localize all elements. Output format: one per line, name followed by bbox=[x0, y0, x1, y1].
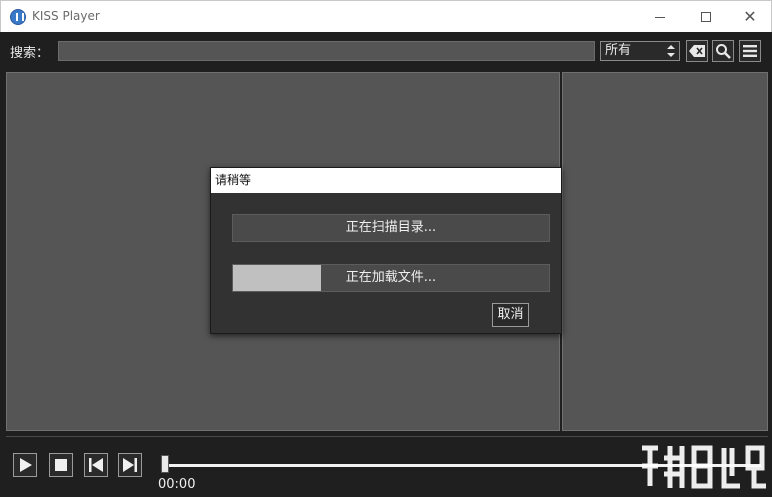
chevron-updown-icon bbox=[667, 44, 675, 58]
search-toolbar: 搜索： 所有 bbox=[2, 38, 768, 64]
close-button[interactable]: ✕ bbox=[727, 1, 772, 33]
filter-selected-value: 所有 bbox=[605, 43, 632, 58]
app-body: 搜索： 所有 00:00 请稍等 正在扫描目录... 正在加载文件... 取消 bbox=[0, 32, 772, 497]
previous-button[interactable] bbox=[84, 453, 108, 477]
seek-thumb[interactable] bbox=[161, 455, 169, 473]
play-button[interactable] bbox=[13, 453, 37, 477]
stop-icon bbox=[55, 459, 67, 471]
wait-dialog: 请稍等 正在扫描目录... 正在加载文件... 取消 bbox=[210, 167, 562, 334]
cancel-button[interactable]: 取消 bbox=[492, 303, 529, 327]
search-icon bbox=[716, 44, 731, 59]
filter-select[interactable]: 所有 bbox=[600, 41, 680, 61]
search-button[interactable] bbox=[712, 40, 734, 62]
stop-button[interactable] bbox=[49, 453, 73, 477]
next-button[interactable] bbox=[118, 453, 142, 477]
play-icon bbox=[20, 458, 32, 472]
minimize-icon bbox=[655, 16, 665, 18]
playlist-panel[interactable] bbox=[562, 72, 768, 431]
app-logo-icon bbox=[10, 9, 26, 25]
maximize-icon bbox=[701, 12, 711, 22]
menu-button[interactable] bbox=[739, 40, 761, 62]
minimize-button[interactable] bbox=[637, 1, 683, 33]
dialog-title: 请稍等 bbox=[211, 168, 561, 193]
skip-next-icon bbox=[123, 458, 137, 472]
load-progress-bar: 正在加载文件... bbox=[232, 264, 550, 292]
clear-search-button[interactable] bbox=[686, 40, 708, 62]
skip-previous-icon bbox=[89, 458, 103, 472]
close-icon: ✕ bbox=[743, 7, 757, 26]
search-input[interactable] bbox=[58, 41, 595, 61]
window-title: KISS Player bbox=[32, 9, 100, 23]
scan-progress-bar: 正在扫描目录... bbox=[232, 214, 550, 242]
load-progress-text: 正在加载文件... bbox=[345, 270, 437, 285]
maximize-button[interactable] bbox=[683, 1, 729, 33]
clear-icon bbox=[689, 45, 705, 57]
menu-icon bbox=[743, 45, 757, 57]
time-display: 00:00 bbox=[158, 477, 196, 492]
title-bar: KISS Player ✕ bbox=[0, 0, 772, 32]
watermark-logo bbox=[642, 445, 766, 489]
scan-progress-text: 正在扫描目录... bbox=[345, 220, 437, 235]
search-label: 搜索： bbox=[10, 46, 50, 61]
